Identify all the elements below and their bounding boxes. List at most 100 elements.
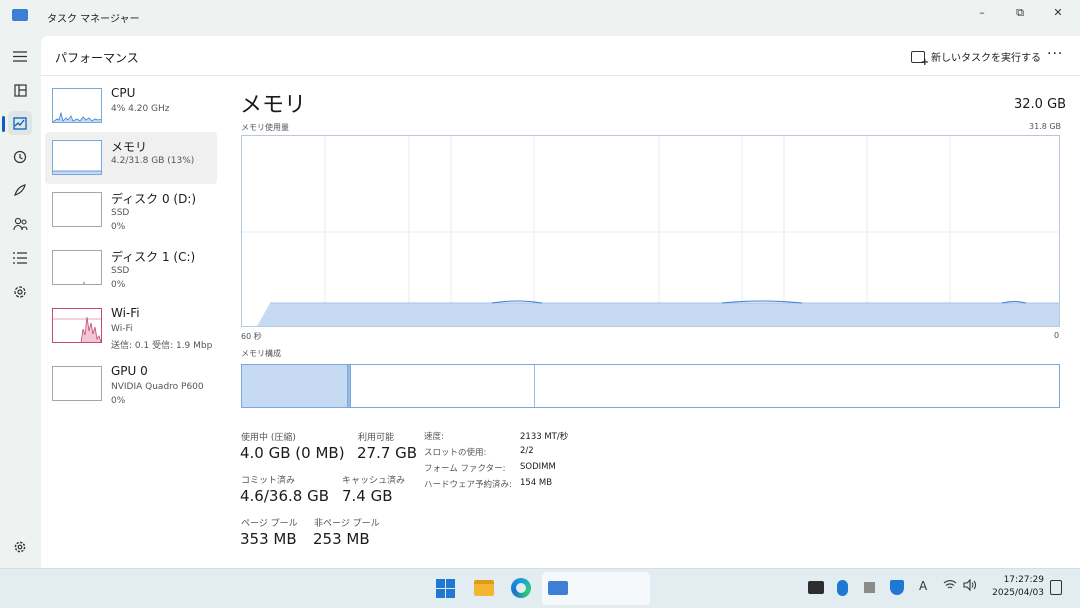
clock-time: 17:27:29 xyxy=(1003,575,1044,585)
in-use-label: 使用中 (圧縮) xyxy=(241,433,296,443)
main-content: パフォーマンス 新しいタスクを実行する ··· CPU 4% 4.20 GHz … xyxy=(41,36,1080,568)
memory-title: メモリ xyxy=(240,93,307,118)
slots-label: スロットの使用: xyxy=(424,448,487,458)
device-disk-0[interactable]: ディスク 0 (D:) SSD 0% xyxy=(45,184,217,236)
slots-value: 2/2 xyxy=(520,446,534,456)
hw-reserved-label: ハードウェア予約済み: xyxy=(424,480,512,490)
startup-apps-icon[interactable] xyxy=(8,178,32,202)
device-wifi[interactable]: Wi-Fi Wi-Fi 送信: 0.1 受信: 1.9 Mbp xyxy=(45,300,217,352)
device-memory[interactable]: メモリ 4.2/31.8 GB (13%) xyxy=(45,132,217,184)
paged-pool-label: ページ プール xyxy=(241,519,298,529)
run-task-label: 新しいタスクを実行する xyxy=(931,53,1041,64)
graph-time-right: 0 xyxy=(1054,331,1060,340)
disk1-thumbnail-graph xyxy=(52,250,102,285)
gpu-thumbnail-graph xyxy=(52,366,102,401)
cached-value: 7.4 GB xyxy=(342,487,393,505)
title-bar: タスク マネージャー – ⧉ ✕ xyxy=(0,0,1080,36)
device-disk-1[interactable]: ディスク 1 (C:) SSD 0% xyxy=(45,242,217,294)
notification-icon[interactable] xyxy=(1050,580,1062,595)
run-task-icon xyxy=(911,50,929,68)
ime-icon[interactable]: A xyxy=(919,579,927,593)
taskbar-clock[interactable]: 17:27:29 2025/04/03 xyxy=(990,574,1044,600)
settings-icon[interactable] xyxy=(8,535,32,559)
form-factor-label: フォーム ファクター: xyxy=(424,464,506,474)
paged-pool-value: 353 MB xyxy=(240,530,297,548)
wifi-icon[interactable] xyxy=(943,579,957,593)
users-icon[interactable] xyxy=(8,212,32,236)
page-header: パフォーマンス 新しいタスクを実行する ··· xyxy=(41,36,1080,76)
nvidia-icon[interactable] xyxy=(808,581,824,594)
run-new-task-button[interactable]: 新しいタスクを実行する xyxy=(911,49,1041,68)
page-title: パフォーマンス xyxy=(55,51,139,65)
device-detail: 4% 4.20 GHz xyxy=(111,104,170,114)
cached-label: キャッシュ済み xyxy=(342,476,406,486)
memory-usage-label: メモリ使用量 xyxy=(241,123,289,132)
available-value: 27.7 GB xyxy=(357,444,418,462)
available-label: 利用可能 xyxy=(358,433,395,443)
modified-segment xyxy=(348,365,351,407)
app-history-icon[interactable] xyxy=(8,145,32,169)
nonpaged-pool-value: 253 MB xyxy=(313,530,370,548)
speed-label: 速度: xyxy=(424,432,444,442)
disk0-thumbnail-graph xyxy=(52,192,102,227)
task-manager-taskbar-icon xyxy=(548,581,568,595)
stop-icon[interactable] xyxy=(864,582,875,593)
clock-date: 2025/04/03 xyxy=(992,588,1044,598)
device-usage: 0% xyxy=(111,396,126,406)
bluetooth-icon[interactable] xyxy=(837,580,848,596)
form-factor-value: SODIMM xyxy=(520,462,556,472)
services-icon[interactable] xyxy=(8,280,32,304)
memory-usage-graph xyxy=(241,135,1060,327)
committed-label: コミット済み xyxy=(241,476,296,486)
performance-icon[interactable] xyxy=(8,111,32,135)
file-explorer-icon[interactable] xyxy=(474,580,494,596)
memory-usage-max: 31.8 GB xyxy=(1029,122,1062,131)
in-use-segment xyxy=(242,365,348,407)
memory-thumbnail-graph xyxy=(52,140,102,175)
in-use-value: 4.0 GB (0 MB) xyxy=(240,444,345,462)
device-detail: SSD xyxy=(111,266,130,276)
start-button[interactable] xyxy=(436,579,455,598)
minimize-button[interactable]: – xyxy=(967,4,997,24)
processes-icon[interactable] xyxy=(8,78,32,102)
memory-composition-bar xyxy=(241,364,1060,408)
device-name: ディスク 0 (D:) xyxy=(111,192,197,206)
nonpaged-pool-label: 非ページ プール xyxy=(314,519,380,529)
standby-segment xyxy=(534,365,535,407)
more-options-button[interactable]: ··· xyxy=(1047,46,1063,62)
device-name: GPU 0 xyxy=(111,364,148,378)
memory-composition-label: メモリ構成 xyxy=(241,349,281,358)
device-detail: 4.2/31.8 GB (13%) xyxy=(111,156,195,166)
device-name: CPU xyxy=(111,86,136,100)
task-manager-app-icon xyxy=(12,9,28,21)
device-detail: Wi-Fi xyxy=(111,324,133,334)
hamburger-menu-icon[interactable] xyxy=(8,44,32,68)
device-name: Wi-Fi xyxy=(111,306,140,320)
device-name: メモリ xyxy=(111,140,148,154)
memory-total: 32.0 GB xyxy=(1014,97,1067,112)
graph-time-left: 60 秒 xyxy=(241,332,262,341)
committed-value: 4.6/36.8 GB xyxy=(240,487,329,505)
device-usage: 0% xyxy=(111,222,126,232)
security-icon[interactable] xyxy=(890,580,904,595)
window-title: タスク マネージャー xyxy=(47,14,140,25)
active-indicator xyxy=(2,116,5,132)
speed-value: 2133 MT/秒 xyxy=(520,432,569,442)
device-detail: NVIDIA Quadro P600 xyxy=(111,382,204,392)
taskbar: A 17:27:29 2025/04/03 xyxy=(0,568,1080,608)
hw-reserved-value: 154 MB xyxy=(520,478,553,488)
cpu-thumbnail-graph xyxy=(52,88,102,123)
device-name: ディスク 1 (C:) xyxy=(111,250,196,264)
device-usage: 0% xyxy=(111,280,126,290)
close-button[interactable]: ✕ xyxy=(1043,4,1073,24)
device-list: CPU 4% 4.20 GHz メモリ 4.2/31.8 GB (13%) ディ… xyxy=(45,80,217,410)
maximize-button[interactable]: ⧉ xyxy=(1005,4,1035,24)
wifi-thumbnail-graph xyxy=(52,308,102,343)
device-gpu-0[interactable]: GPU 0 NVIDIA Quadro P600 0% xyxy=(45,358,217,410)
device-throughput: 送信: 0.1 受信: 1.9 Mbp xyxy=(111,341,213,351)
volume-icon[interactable] xyxy=(963,578,977,594)
nav-rail xyxy=(0,36,41,568)
device-cpu[interactable]: CPU 4% 4.20 GHz xyxy=(45,80,217,132)
edge-browser-icon[interactable] xyxy=(511,578,531,598)
details-icon[interactable] xyxy=(8,246,32,270)
